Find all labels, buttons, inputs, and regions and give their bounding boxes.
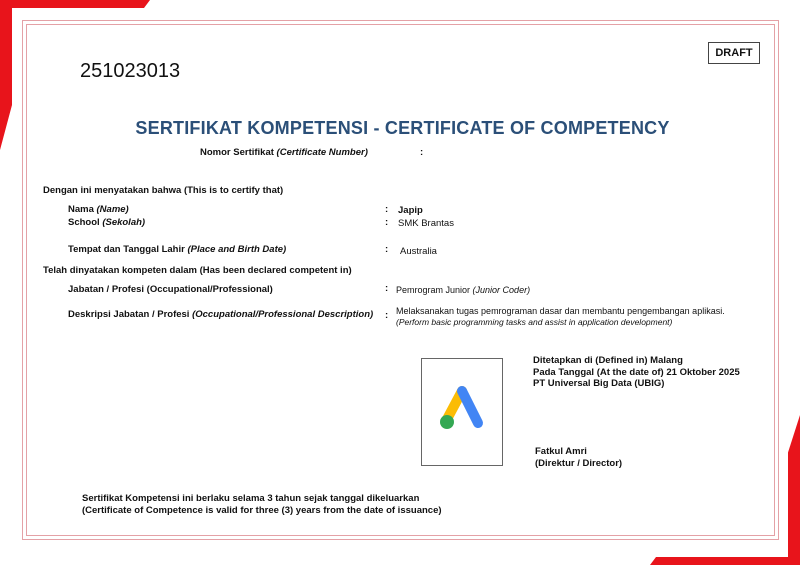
name-colon: : [385, 204, 389, 215]
competent-heading: Telah dinyatakan kompeten dalam (Has bee… [43, 265, 352, 276]
corner-accent-right [788, 415, 800, 565]
issued-place: Ditetapkan di (Defined in) Malang [533, 355, 683, 366]
issuing-organization: PT Universal Big Data (UBIG) [533, 378, 665, 389]
certificate-number-label: Nomor Sertifikat (Certificate Number) [200, 147, 368, 158]
certify-heading: Dengan ini menyatakan bahwa (This is to … [43, 185, 284, 196]
company-logo-frame [421, 358, 503, 466]
name-value: Japip [398, 205, 423, 216]
birth-colon: : [385, 244, 389, 255]
certificate-number-colon: : [420, 147, 424, 158]
birth-label: Tempat dan Tanggal Lahir (Place and Birt… [68, 244, 287, 255]
description-value-en: (Perform basic programming tasks and ass… [396, 317, 673, 327]
school-colon: : [385, 217, 389, 228]
certificate-title: SERTIFIKAT KOMPETENSI - CERTIFICATE OF C… [135, 118, 670, 138]
validity-statement: Sertifikat Kompetensi ini berlaku selama… [82, 493, 420, 504]
description-value: Melaksanakan tugas pemrograman dasar dan… [396, 306, 725, 316]
position-label: Jabatan / Profesi (Occupational/Professi… [68, 284, 273, 295]
certificate-inner-border [26, 24, 775, 536]
position-value: Pemrogram Junior (Junior Coder) [396, 285, 531, 295]
position-colon: : [385, 283, 389, 294]
google-ads-logo-icon [440, 386, 483, 429]
corner-accent-top-left [0, 0, 150, 8]
issued-date: Pada Tanggal (At the date of) 21 Oktober… [533, 367, 740, 378]
description-label: Deskripsi Jabatan / Profesi (Occupationa… [68, 309, 374, 320]
school-label: School (Sekolah) [68, 217, 146, 228]
certificate-id: 251023013 [80, 60, 181, 82]
name-label: Nama (Name) [68, 204, 129, 215]
draft-badge: DRAFT [708, 42, 760, 64]
school-value: SMK Brantas [398, 218, 454, 229]
description-colon: : [385, 310, 389, 321]
signer-name: Fatkul Amri [535, 446, 587, 457]
signer-title: (Direktur / Director) [535, 458, 623, 469]
corner-accent-bottom-right [650, 557, 800, 565]
validity-statement-en: (Certificate of Competence is valid for … [82, 505, 442, 516]
birth-value: Australia [400, 246, 437, 257]
